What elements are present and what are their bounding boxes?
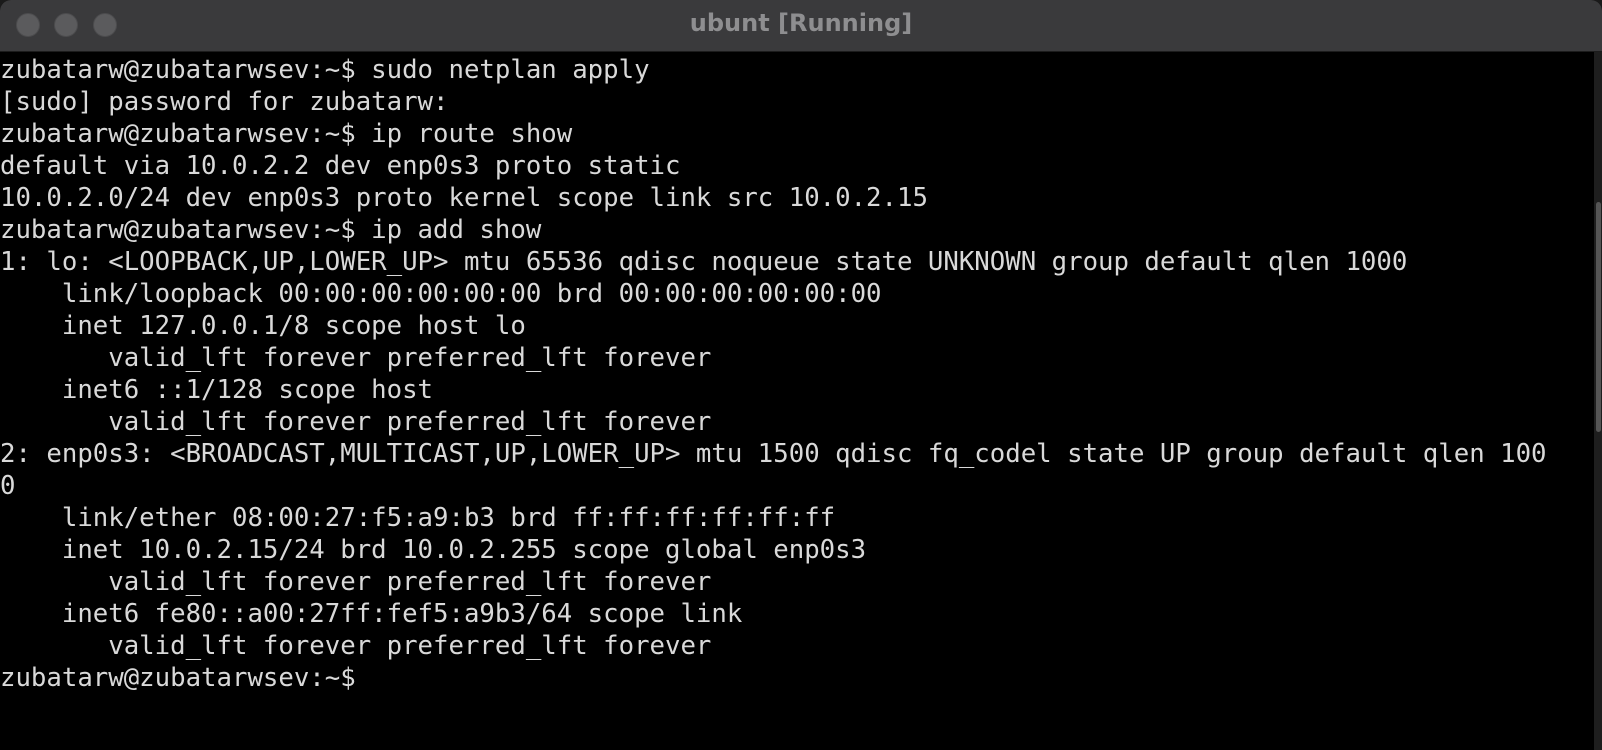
terminal-line: link/loopback 00:00:00:00:00:00 brd 00:0…: [0, 279, 882, 309]
terminal-scrollbar[interactable]: [1594, 52, 1602, 750]
terminal-line: inet 127.0.0.1/8 scope host lo: [0, 311, 526, 341]
terminal-line: 2: enp0s3: <BROADCAST,MULTICAST,UP,LOWER…: [0, 439, 1547, 469]
terminal-line: 0: [0, 471, 16, 501]
terminal-line: 1: lo: <LOOPBACK,UP,LOWER_UP> mtu 65536 …: [0, 247, 1408, 277]
terminal-line: inet6 fe80::a00:27ff:fef5:a9b3/64 scope …: [0, 599, 743, 629]
terminal-line: inet6 ::1/128 scope host: [0, 375, 434, 405]
terminal-line: link/ether 08:00:27:f5:a9:b3 brd ff:ff:f…: [0, 503, 836, 533]
window-title: ubunt [Running]: [689, 9, 913, 37]
terminal-line: valid_lft forever preferred_lft forever: [0, 567, 712, 597]
window-titlebar[interactable]: ubunt [Running]: [0, 0, 1602, 52]
terminal-line: zubatarw@zubatarwsev:~$ sudo netplan app…: [0, 55, 650, 85]
scrollbar-thumb[interactable]: [1596, 202, 1601, 432]
terminal-line: valid_lft forever preferred_lft forever: [0, 407, 712, 437]
terminal-line: zubatarw@zubatarwsev:~$ ip add show: [0, 215, 542, 245]
terminal-line: default via 10.0.2.2 dev enp0s3 proto st…: [0, 151, 681, 181]
vm-window: ubunt [Running] zubatarw@zubatarwsev:~$ …: [0, 0, 1602, 750]
terminal-line: valid_lft forever preferred_lft forever: [0, 343, 712, 373]
terminal-line: inet 10.0.2.15/24 brd 10.0.2.255 scope g…: [0, 535, 867, 565]
terminal-line: 10.0.2.0/24 dev enp0s3 proto kernel scop…: [0, 183, 928, 213]
terminal-output[interactable]: zubatarw@zubatarwsev:~$ sudo netplan app…: [0, 52, 1580, 750]
terminal-line: zubatarw@zubatarwsev:~$ ip route show: [0, 119, 573, 149]
terminal-line: valid_lft forever preferred_lft forever: [0, 631, 712, 661]
terminal-line: [sudo] password for zubatarw:: [0, 87, 449, 117]
terminal-prompt[interactable]: zubatarw@zubatarwsev:~$: [0, 662, 1580, 694]
